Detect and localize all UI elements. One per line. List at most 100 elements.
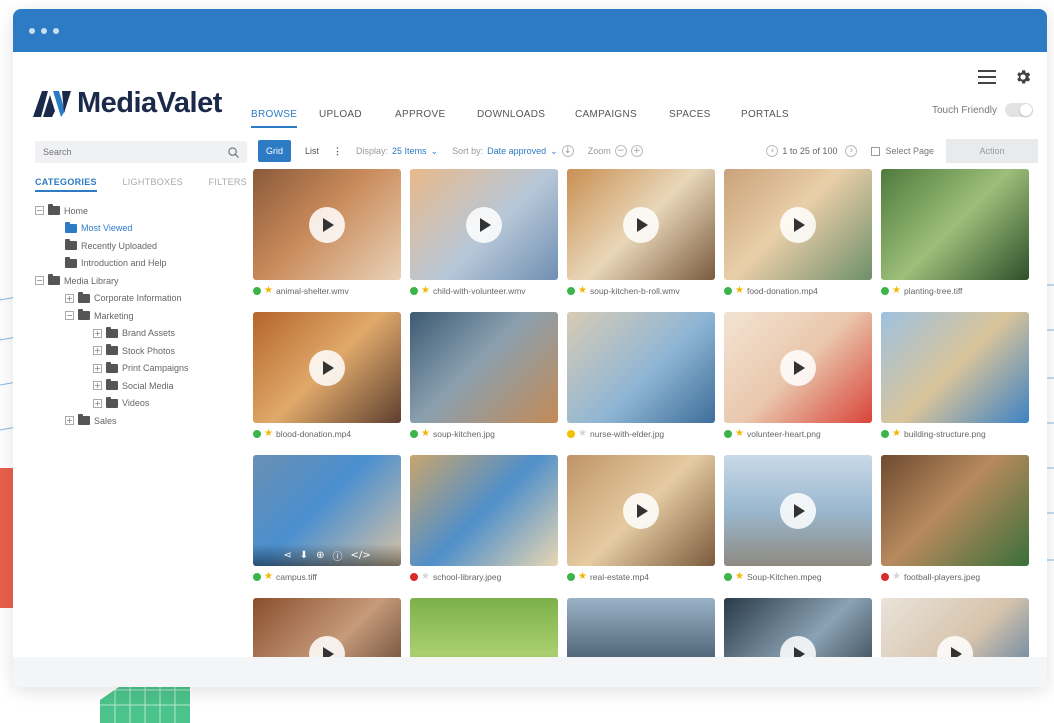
asset-thumbnail[interactable]	[253, 169, 401, 280]
play-icon[interactable]	[780, 206, 816, 243]
tree-item[interactable]: Introduction and Help	[35, 255, 247, 273]
tree-item[interactable]: − Media Library	[35, 272, 247, 290]
tree-item[interactable]: + Corporate Information	[35, 290, 247, 308]
display-select[interactable]: 25 Items	[392, 146, 427, 156]
tree-item[interactable]: − Marketing	[35, 307, 247, 325]
asset-filename[interactable]: nurse-with-elder.jpg	[590, 429, 664, 439]
tree-item[interactable]: Most Viewed	[35, 220, 247, 238]
select-page-checkbox[interactable]	[871, 146, 881, 156]
star-icon[interactable]: ★	[892, 429, 901, 439]
asset-card[interactable]: ★ soup-kitchen.jpg	[410, 312, 558, 445]
star-icon[interactable]: ★	[578, 429, 587, 439]
asset-card[interactable]: ★ nurse-with-elder.jpg	[567, 312, 715, 445]
nav-tab-upload[interactable]: UPLOAD	[319, 109, 362, 126]
next-page-icon[interactable]: ›	[845, 145, 858, 157]
star-icon[interactable]: ★	[892, 286, 901, 296]
tree-item[interactable]: + Videos	[35, 395, 247, 413]
nav-tab-approve[interactable]: APPROVE	[395, 109, 445, 126]
nav-tab-downloads[interactable]: DOWNLOADS	[477, 109, 545, 126]
asset-filename[interactable]: food-donation.mp4	[747, 286, 818, 296]
star-icon[interactable]: ★	[264, 572, 273, 582]
search-input[interactable]	[43, 147, 193, 157]
asset-filename[interactable]: school-library.jpeg	[433, 572, 501, 582]
brand-logo[interactable]: MediaValet	[33, 87, 222, 120]
nav-tab-campaigns[interactable]: CAMPAIGNS	[575, 109, 637, 126]
asset-card[interactable]: ★ child-with-volunteer.wmv	[410, 169, 558, 302]
expand-icon[interactable]: +	[93, 398, 102, 408]
star-icon[interactable]: ★	[264, 429, 273, 439]
play-icon[interactable]	[780, 349, 816, 386]
nav-tab-browse[interactable]: BROWSE	[251, 109, 298, 128]
zoom-out-icon[interactable]: −	[614, 145, 627, 157]
nav-tab-spaces[interactable]: SPACES	[669, 109, 711, 126]
star-icon[interactable]: ★	[421, 286, 430, 296]
asset-filename[interactable]: football-players.jpeg	[904, 572, 980, 582]
star-icon[interactable]: ★	[421, 572, 430, 582]
zoom-in-icon[interactable]: +	[630, 145, 643, 157]
add-icon[interactable]: ⊕	[316, 550, 324, 561]
star-icon[interactable]: ★	[578, 572, 587, 582]
asset-thumbnail[interactable]	[410, 455, 558, 566]
asset-card[interactable]: ★ school-library.jpeg	[410, 455, 558, 588]
asset-filename[interactable]: blood-donation.mp4	[276, 429, 351, 439]
chevron-down-icon[interactable]: ⌄	[431, 146, 439, 157]
nav-tab-portals[interactable]: PORTALS	[741, 109, 789, 126]
asset-filename[interactable]: Soup-Kitchen.mpeg	[747, 572, 822, 582]
asset-filename[interactable]: animal-shelter.wmv	[276, 286, 349, 296]
more-options-icon[interactable]: ⋮	[333, 146, 342, 157]
expand-icon[interactable]: +	[93, 328, 102, 338]
asset-thumbnail[interactable]	[724, 455, 872, 566]
tree-item[interactable]: − Home	[35, 202, 247, 220]
asset-thumbnail[interactable]	[253, 312, 401, 423]
sidebar-tab-categories[interactable]: CATEGORIES	[35, 177, 97, 192]
star-icon[interactable]: ★	[264, 286, 273, 296]
chevron-down-icon[interactable]: ⌄	[550, 146, 558, 157]
expand-icon[interactable]: +	[93, 381, 102, 391]
embed-icon[interactable]: </>	[351, 550, 371, 561]
asset-filename[interactable]: campus.tiff	[276, 572, 317, 582]
play-icon[interactable]	[780, 492, 816, 529]
expand-icon[interactable]: +	[65, 416, 74, 426]
asset-thumbnail[interactable]	[724, 312, 872, 423]
asset-card[interactable]: ★ planting-tree.tiff	[881, 169, 1029, 302]
gear-icon[interactable]	[1013, 67, 1033, 87]
list-view-button[interactable]: List	[305, 146, 319, 156]
asset-thumbnail[interactable]	[881, 312, 1029, 423]
asset-filename[interactable]: child-with-volunteer.wmv	[433, 286, 526, 296]
asset-thumbnail[interactable]	[881, 455, 1029, 566]
play-icon[interactable]	[623, 492, 659, 529]
asset-thumbnail[interactable]	[724, 169, 872, 280]
action-button[interactable]: Action	[946, 139, 1038, 163]
collapse-icon[interactable]: −	[35, 276, 44, 286]
star-icon[interactable]: ★	[735, 429, 744, 439]
share-icon[interactable]: ⋖	[283, 550, 291, 561]
tree-item[interactable]: Recently Uploaded	[35, 237, 247, 255]
asset-card[interactable]: ★ building-structure.png	[881, 312, 1029, 445]
tree-item[interactable]: + Brand Assets	[35, 325, 247, 343]
hamburger-menu-icon[interactable]	[977, 67, 997, 87]
asset-thumbnail[interactable]	[567, 312, 715, 423]
asset-card[interactable]: ⋖ ⬇ ⊕ ⓘ </> ★ campus.tiff	[253, 455, 401, 588]
asset-card[interactable]: ★ animal-shelter.wmv	[253, 169, 401, 302]
download-icon[interactable]: ⬇	[300, 550, 308, 561]
tree-item[interactable]: + Print Campaigns	[35, 360, 247, 378]
play-icon[interactable]	[309, 206, 345, 243]
star-icon[interactable]: ★	[421, 429, 430, 439]
asset-card[interactable]: ★ Soup-Kitchen.mpeg	[724, 455, 872, 588]
asset-card[interactable]: ★ food-donation.mp4	[724, 169, 872, 302]
sidebar-tab-lightboxes[interactable]: LIGHTBOXES	[122, 177, 183, 192]
info-icon[interactable]: ⓘ	[333, 548, 343, 563]
asset-filename[interactable]: planting-tree.tiff	[904, 286, 962, 296]
asset-card[interactable]: ★ volunteer-heart.png	[724, 312, 872, 445]
expand-icon[interactable]: +	[93, 363, 102, 373]
asset-thumbnail[interactable]	[410, 312, 558, 423]
asset-card[interactable]: ★ soup-kitchen-b-roll.wmv	[567, 169, 715, 302]
play-icon[interactable]	[623, 206, 659, 243]
play-icon[interactable]	[309, 349, 345, 386]
tree-item[interactable]: + Social Media	[35, 377, 247, 395]
asset-thumbnail[interactable]	[567, 169, 715, 280]
asset-thumbnail[interactable]	[410, 169, 558, 280]
asset-filename[interactable]: volunteer-heart.png	[747, 429, 821, 439]
previous-page-icon[interactable]: ‹	[766, 145, 779, 157]
asset-card[interactable]: ★ real-estate.mp4	[567, 455, 715, 588]
